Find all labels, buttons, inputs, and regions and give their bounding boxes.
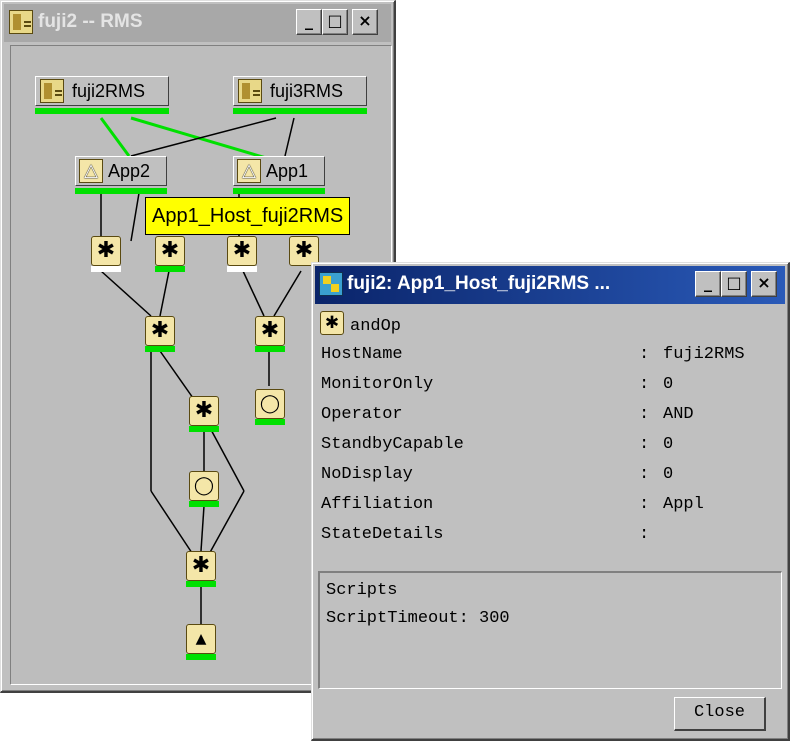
maximize-button[interactable]: □ [721, 271, 747, 297]
property-key: StateDetails [321, 525, 444, 544]
detail-window-title: fuji2: App1_Host_fuji2RMS ... [347, 273, 611, 294]
server-icon [238, 79, 262, 103]
property-value: AND [663, 405, 694, 424]
detail-header-label: andOp [350, 317, 402, 336]
and-resource-icon[interactable]: ✱ [255, 316, 285, 346]
status-bar [227, 266, 257, 272]
detail-window-titlebar[interactable]: fuji2: App1_Host_fuji2RMS ... _ □ × [315, 266, 785, 304]
property-key: Affiliation [321, 495, 434, 514]
status-bar [233, 108, 367, 114]
and-resource-icon[interactable]: ✱ [189, 396, 219, 426]
property-row: Affiliation : Appl [321, 495, 781, 521]
property-separator: : [639, 525, 650, 544]
property-value: Appl [663, 495, 704, 514]
property-value: fuji2RMS [663, 345, 745, 364]
status-bar [255, 419, 285, 425]
maximize-button[interactable]: □ [322, 9, 348, 35]
server-icon [9, 10, 33, 34]
property-value: 0 [663, 375, 674, 394]
application-icon: △ [237, 159, 261, 183]
status-bar [186, 581, 216, 587]
minimize-button[interactable]: _ [296, 9, 322, 35]
server-icon [40, 79, 64, 103]
status-bar [145, 346, 175, 352]
close-button[interactable]: × [352, 9, 378, 35]
status-bar [91, 266, 121, 272]
status-bar [155, 266, 185, 272]
property-key: Operator [321, 405, 403, 424]
status-bar [189, 426, 219, 432]
status-bar [35, 108, 169, 114]
status-bar [255, 346, 285, 352]
property-value: 0 [663, 465, 674, 484]
status-bar [233, 188, 325, 194]
close-dialog-button[interactable]: Close [674, 697, 766, 731]
node-label: fuji3RMS [270, 81, 344, 101]
property-row: Operator : AND [321, 405, 781, 431]
script-timeout: ScriptTimeout: 300 [326, 609, 510, 628]
gateway-resource-icon[interactable]: ◯ [255, 389, 285, 419]
node-label: App1 [266, 161, 309, 181]
scripts-heading: Scripts [326, 581, 398, 600]
property-key: MonitorOnly [321, 375, 434, 394]
node-fuji3rms[interactable]: fuji3RMS [233, 76, 367, 106]
status-bar [75, 188, 167, 194]
property-row: NoDisplay : 0 [321, 465, 781, 491]
rms-app-icon [319, 272, 343, 296]
property-key: StandbyCapable [321, 435, 464, 454]
application-icon: △ [79, 159, 103, 183]
minimize-button[interactable]: _ [695, 271, 721, 297]
gateway-resource-icon[interactable]: ◯ [189, 471, 219, 501]
and-resource-icon[interactable]: ✱ [227, 236, 257, 266]
node-label: fuji2RMS [72, 81, 146, 101]
node-app2[interactable]: △ App2 [75, 156, 167, 186]
property-separator: : [639, 465, 650, 484]
node-app1[interactable]: △ App1 [233, 156, 325, 186]
property-separator: : [639, 405, 650, 424]
and-resource-icon[interactable]: ✱ [186, 551, 216, 581]
property-row: StandbyCapable : 0 [321, 435, 781, 461]
and-resource-icon[interactable]: ✱ [145, 316, 175, 346]
graph-window-title: fuji2 -- RMS [38, 11, 143, 32]
property-row: MonitorOnly : 0 [321, 375, 781, 401]
node-label: App2 [108, 161, 151, 181]
and-resource-icon[interactable]: ✱ [155, 236, 185, 266]
property-key: HostName [321, 345, 403, 364]
property-key: NoDisplay [321, 465, 413, 484]
node-fuji2rms[interactable]: fuji2RMS [35, 76, 169, 106]
property-separator: : [639, 435, 650, 454]
property-row: StateDetails : [321, 525, 781, 551]
property-separator: : [639, 375, 650, 394]
node-tooltip: App1_Host_fuji2RMS [145, 197, 351, 235]
property-separator: : [639, 345, 650, 364]
scripts-textarea[interactable]: Scripts ScriptTimeout: 300 [318, 571, 782, 689]
status-bar [189, 501, 219, 507]
property-value: 0 [663, 435, 674, 454]
and-resource-icon[interactable]: ✱ [91, 236, 121, 266]
property-separator: : [639, 495, 650, 514]
close-button[interactable]: × [751, 271, 777, 297]
graph-window-titlebar[interactable]: fuji2 -- RMS _ □ × [4, 4, 391, 42]
property-row: HostName : fuji2RMS [321, 345, 781, 371]
command-resource-icon[interactable]: ▲ [186, 624, 216, 654]
status-bar [186, 654, 216, 660]
